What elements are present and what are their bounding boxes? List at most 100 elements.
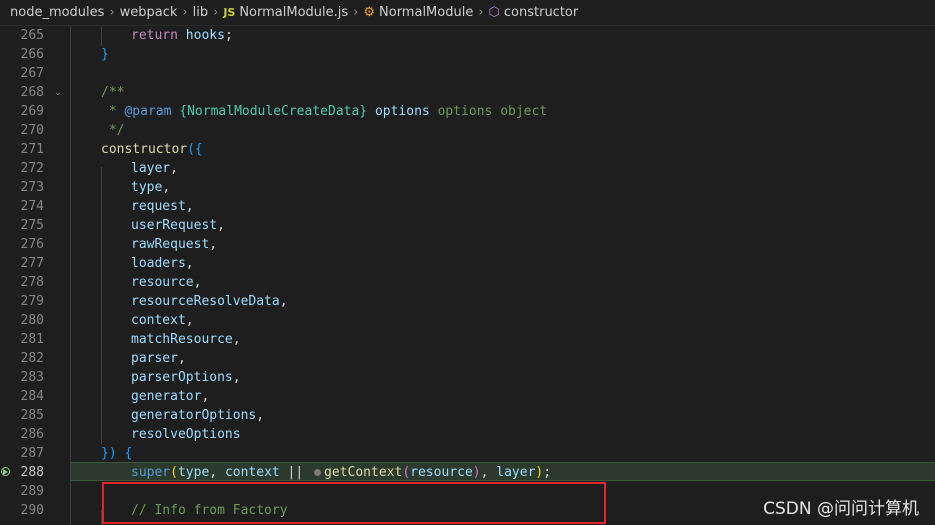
line-number: 279: [20, 294, 44, 309]
code-token: (: [170, 465, 178, 480]
code-token: */: [101, 123, 125, 138]
line-number: 277: [20, 256, 44, 271]
code-line[interactable]: 265 return hooks;: [0, 26, 935, 45]
watermark: CSDN @问问计算机: [763, 499, 919, 519]
code-text: request,: [131, 197, 194, 216]
code-token: ,: [279, 294, 288, 309]
code-token: ,: [232, 332, 241, 347]
line-number: 273: [20, 180, 44, 195]
code-token: type: [131, 180, 163, 195]
code-token: ,: [256, 408, 265, 423]
code-line[interactable]: 278 resource,: [0, 273, 935, 292]
code-text: rawRequest,: [131, 235, 217, 254]
code-line[interactable]: 274 request,: [0, 197, 935, 216]
line-number: 285: [20, 408, 44, 423]
code-text: generatorOptions,: [131, 406, 264, 425]
code-line[interactable]: 288 super(type, context || getContext(res…: [0, 463, 935, 482]
code-text: parser,: [131, 349, 186, 368]
breadcrumb-item-node-modules[interactable]: node_modules: [10, 5, 104, 20]
code-text: resource,: [131, 273, 201, 292]
code-line[interactable]: 280 context,: [0, 311, 935, 330]
code-line[interactable]: 281 matchResource,: [0, 330, 935, 349]
code-line[interactable]: 267: [0, 64, 935, 83]
class-symbol-icon: ⚙: [363, 5, 376, 20]
code-line[interactable]: 269 * @param {NormalModuleCreateData} op…: [0, 102, 935, 121]
code-line[interactable]: 282 parser,: [0, 349, 935, 368]
line-number: 265: [20, 28, 44, 43]
code-line[interactable]: 273 type,: [0, 178, 935, 197]
code-token: loaders: [131, 256, 186, 271]
code-text: type,: [131, 178, 170, 197]
code-line[interactable]: 284 generator,: [0, 387, 935, 406]
line-number: 268: [20, 85, 44, 100]
code-token: layer: [131, 161, 171, 176]
line-number: 281: [20, 332, 44, 347]
code-line[interactable]: 279 resourceResolveData,: [0, 292, 935, 311]
code-token: context: [224, 465, 280, 480]
code-token: ,: [209, 465, 225, 480]
code-token: resourceResolveData: [131, 294, 280, 309]
code-editor[interactable]: ⌄ 265 return hooks; 266} 267 268/** 269 * @pa…: [0, 26, 935, 525]
code-text: layer,: [131, 159, 178, 178]
breadcrumb-item-method[interactable]: ⬡ constructor: [489, 5, 579, 20]
code-line[interactable]: 275 userRequest,: [0, 216, 935, 235]
code-token: resource: [410, 465, 473, 480]
breadcrumb-item-class[interactable]: ⚙ NormalModule: [363, 5, 473, 20]
code-token: hooks: [185, 28, 225, 43]
code-text: */: [101, 121, 125, 140]
code-token: constructor: [101, 142, 188, 157]
code-line[interactable]: 272 layer,: [0, 159, 935, 178]
code-token: ||: [279, 465, 312, 480]
code-line[interactable]: 277 loaders,: [0, 254, 935, 273]
code-token: ,: [217, 218, 225, 233]
code-token: {NormalModuleCreateData}: [179, 104, 368, 119]
code-text: resolveOptions: [131, 425, 241, 444]
code-token: parser: [131, 351, 178, 366]
code-line[interactable]: 268 /**: [0, 83, 935, 102]
code-line[interactable]: 286 resolveOptions: [0, 425, 935, 444]
breadcrumb-item-webpack[interactable]: webpack: [120, 5, 178, 20]
code-token: /**: [101, 85, 125, 100]
code-token: {: [124, 446, 133, 461]
code-text: /**: [101, 83, 124, 102]
code-text: }) {: [101, 444, 132, 463]
code-token: ({: [187, 142, 203, 157]
line-number: 278: [20, 275, 44, 290]
code-text: loaders,: [131, 254, 194, 273]
line-number: 275: [20, 218, 44, 233]
code-token: *: [101, 104, 125, 119]
code-line[interactable]: 283 parserOptions,: [0, 368, 935, 387]
annotation-highlight-box: [102, 482, 606, 524]
code-line[interactable]: 270 */: [0, 121, 935, 140]
code-token: request: [131, 199, 186, 214]
code-token: @param: [124, 104, 172, 119]
code-line[interactable]: 276 rawRequest,: [0, 235, 935, 254]
code-token: super: [131, 465, 171, 480]
code-token: ,: [177, 351, 186, 366]
code-line[interactable]: 287 }) {: [0, 444, 935, 463]
code-text: resourceResolveData,: [131, 292, 288, 311]
debug-current-line-arrow-icon: [3, 469, 8, 475]
code-line[interactable]: 271 constructor({: [0, 140, 935, 159]
code-token: layer: [496, 465, 536, 480]
code-token: ,: [185, 313, 194, 328]
code-token: ;: [224, 28, 233, 43]
code-token: (: [402, 465, 411, 480]
line-number: 270: [20, 123, 44, 138]
breadcrumb-item-file[interactable]: JS NormalModule.js: [223, 5, 348, 20]
code-token: generator: [131, 389, 202, 404]
code-line[interactable]: 285 generatorOptions,: [0, 406, 935, 425]
chevron-right-icon: ›: [353, 5, 359, 20]
code-token: ,: [193, 275, 202, 290]
code-token: resource: [131, 275, 194, 290]
line-number: 283: [20, 370, 44, 385]
chevron-right-icon: ›: [213, 5, 219, 20]
code-line[interactable]: 266}: [0, 45, 935, 64]
code-token: ,: [185, 256, 194, 271]
line-number: 287: [20, 446, 44, 461]
line-number: 280: [20, 313, 44, 328]
inline-breakpoint-dot-icon[interactable]: [314, 468, 322, 476]
breadcrumb-item-lib[interactable]: lib: [193, 5, 208, 20]
chevron-right-icon: ›: [109, 5, 115, 20]
